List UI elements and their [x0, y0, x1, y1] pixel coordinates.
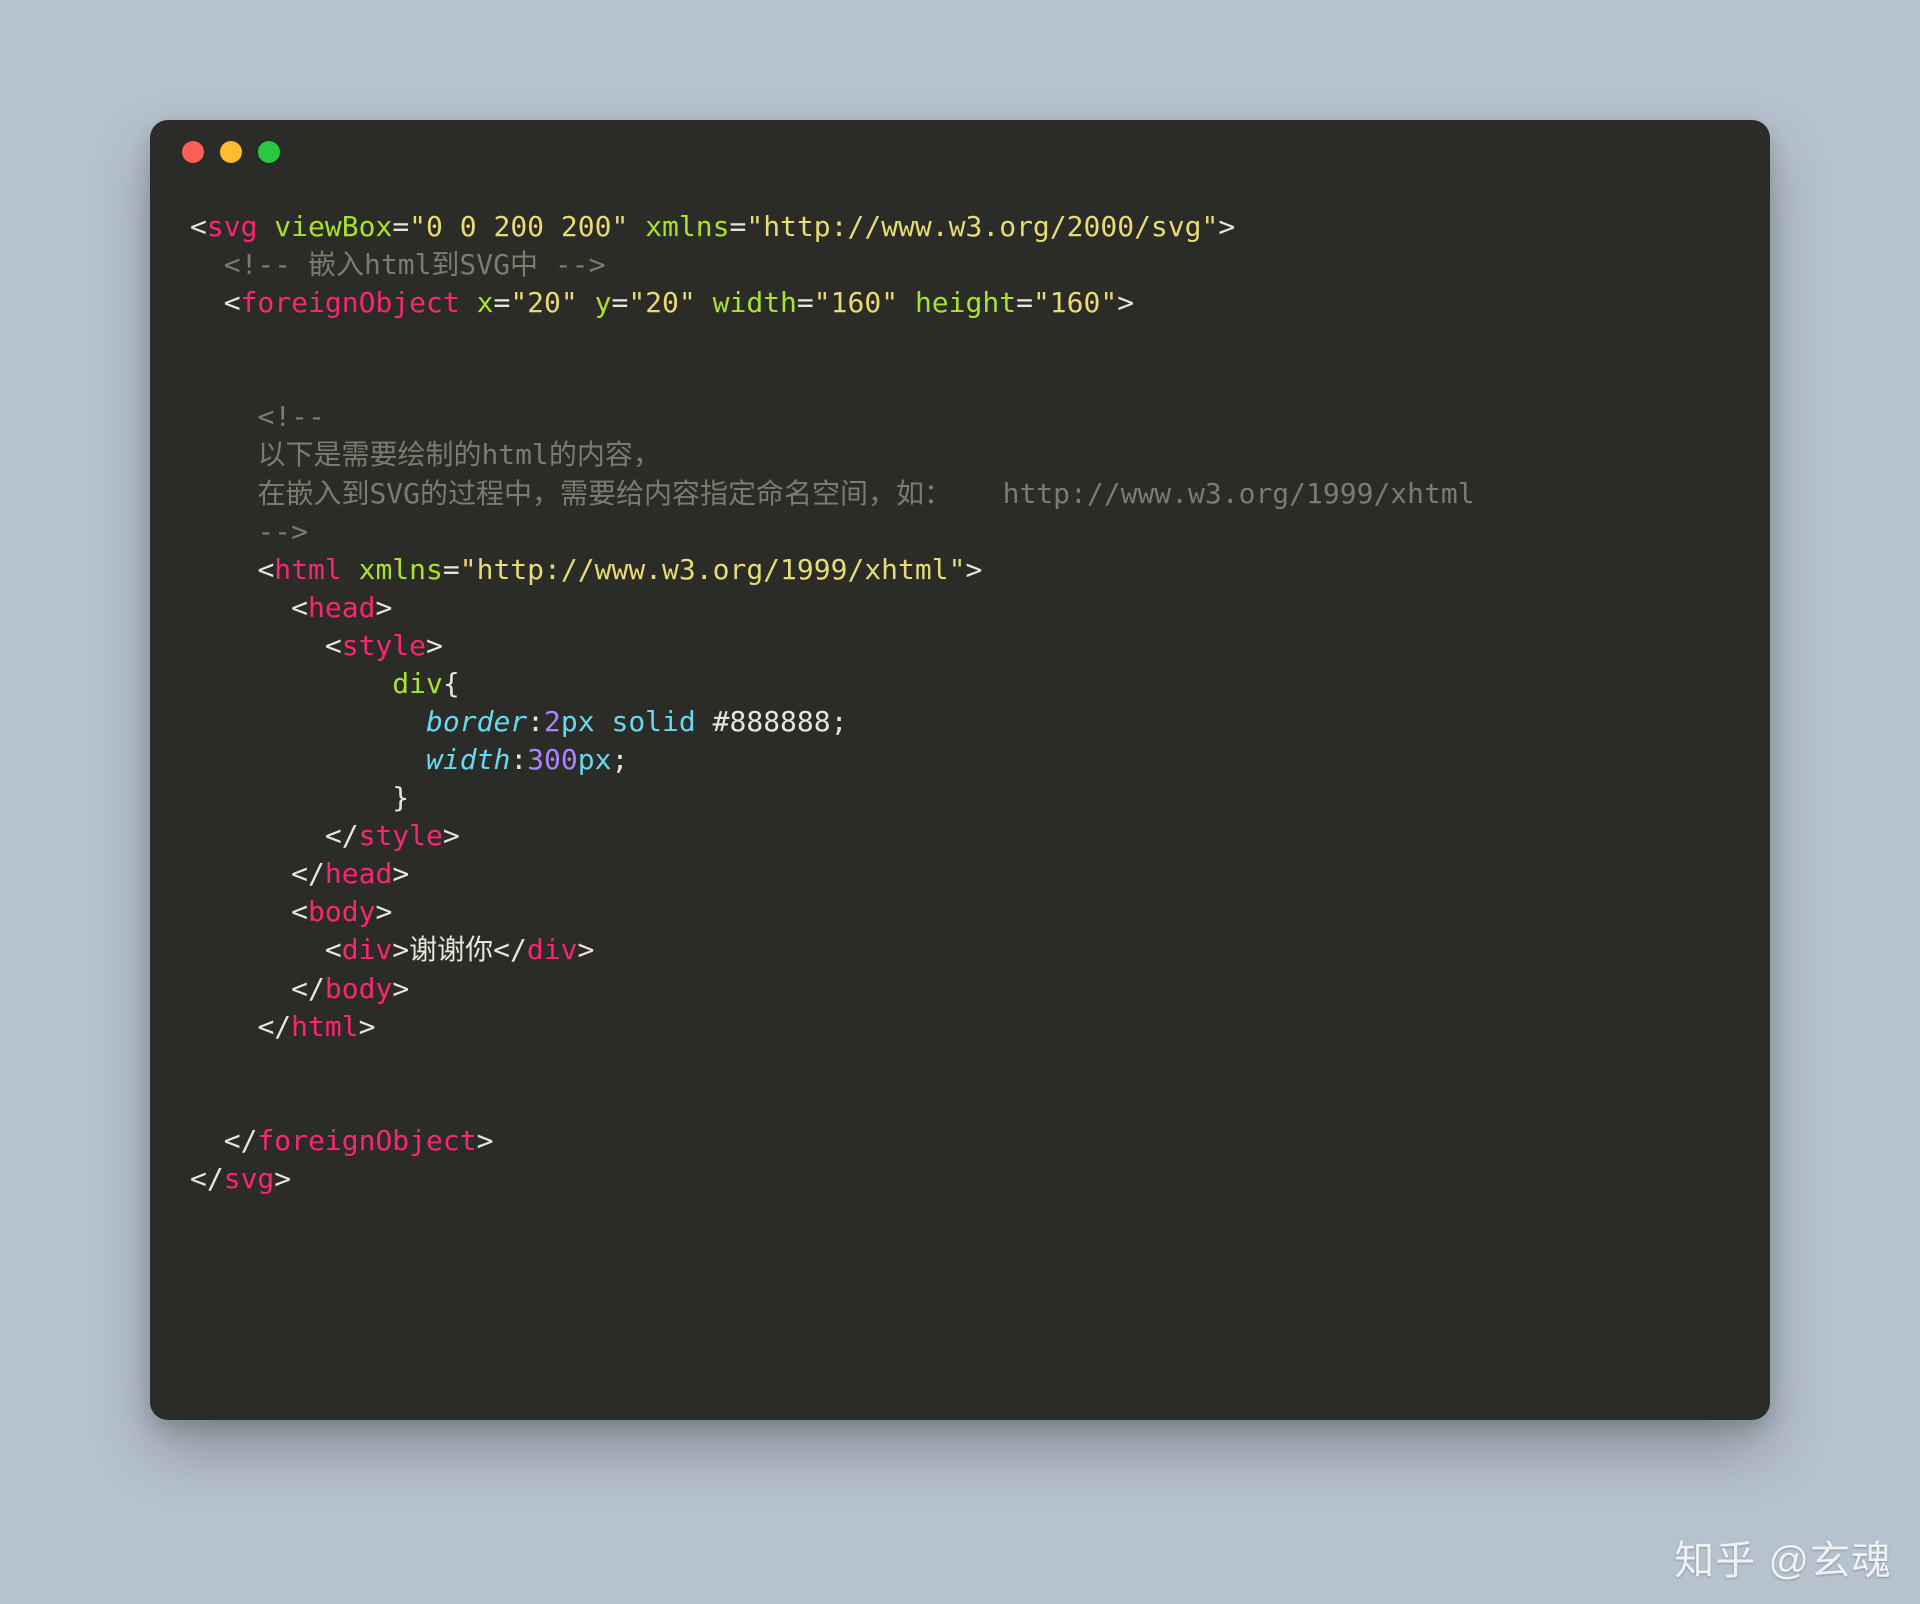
code-line: <head>	[190, 591, 392, 624]
code-line: div{	[190, 667, 460, 700]
code-line: <style>	[190, 629, 443, 662]
close-icon[interactable]	[182, 141, 204, 163]
code-line: <!--	[190, 400, 325, 433]
code-line: 以下是需要绘制的html的内容，	[190, 438, 661, 471]
code-line: </style>	[190, 819, 460, 852]
code-line: width:300px;	[190, 743, 628, 776]
code-line: 在嵌入到SVG的过程中，需要给内容指定命名空间，如： http://www.w3…	[190, 477, 1475, 510]
minimize-icon[interactable]	[220, 141, 242, 163]
code-line: </foreignObject>	[190, 1124, 493, 1157]
code-line: <svg viewBox="0 0 200 200" xmlns="http:/…	[190, 210, 1235, 243]
watermark: 知乎 @玄魂	[1674, 1528, 1892, 1586]
code-line: </head>	[190, 857, 409, 890]
code-line: </html>	[190, 1010, 375, 1043]
code-line: <foreignObject x="20" y="20" width="160"…	[190, 286, 1134, 319]
code-line: -->	[190, 515, 308, 548]
maximize-icon[interactable]	[258, 141, 280, 163]
code-line: <body>	[190, 895, 392, 928]
code-line: </svg>	[190, 1162, 291, 1195]
code-line: }	[190, 781, 409, 814]
code-line: <div>谢谢你</div>	[190, 933, 594, 966]
code-window: <svg viewBox="0 0 200 200" xmlns="http:/…	[150, 120, 1770, 1420]
code-line: <html xmlns="http://www.w3.org/1999/xhtm…	[190, 553, 982, 586]
code-line: </body>	[190, 972, 409, 1005]
code-line: <!-- 嵌入html到SVG中 -->	[190, 248, 605, 281]
titlebar	[150, 120, 1770, 184]
code-line: border:2px solid #888888;	[190, 705, 848, 738]
code-editor: <svg viewBox="0 0 200 200" xmlns="http:/…	[150, 184, 1770, 1238]
